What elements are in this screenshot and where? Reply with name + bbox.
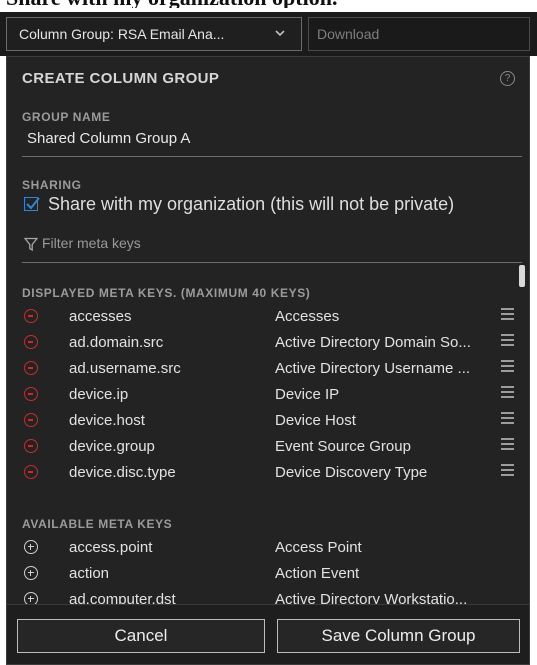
displayed-key-row: device.host Device Host [7,407,529,433]
download-placeholder: Download [317,26,380,42]
minus-circle-icon[interactable] [24,335,38,349]
available-key-row: action Action Event [7,560,529,586]
filter-meta-keys-input[interactable]: Filter meta keys [42,235,141,251]
drag-handle-icon[interactable] [501,438,514,450]
meta-key-name: access.point [69,539,153,556]
meta-key-display-name: Device IP [275,386,340,403]
displayed-key-row: device.disc.type Device Discovery Type [7,459,529,485]
create-column-group-panel: CREATE COLUMN GROUP ? GROUP NAME Shared … [6,56,530,665]
group-name-input[interactable]: Shared Column Group A [27,130,190,147]
drag-handle-icon[interactable] [501,412,514,424]
meta-key-name: device.ip [69,386,129,403]
list-scrollbar[interactable] [519,265,525,287]
page-caption: Share with my organization option. [0,0,537,8]
meta-key-name: accesses [69,308,132,325]
filter-underline [22,262,522,263]
displayed-key-row: accesses Accesses [7,303,529,329]
available-key-row: access.point Access Point [7,534,529,560]
meta-key-name: ad.domain.src [69,334,164,351]
drag-handle-icon[interactable] [501,464,514,476]
displayed-key-row: device.group Event Source Group [7,433,529,459]
meta-key-display-name: Event Source Group [275,438,411,455]
minus-circle-icon[interactable] [24,439,38,453]
panel-title: CREATE COLUMN GROUP [22,70,220,87]
save-column-group-button[interactable]: Save Column Group [277,619,520,653]
meta-key-display-name: Device Discovery Type [275,464,428,481]
minus-circle-icon[interactable] [24,309,38,323]
drag-handle-icon[interactable] [501,334,514,346]
minus-circle-icon[interactable] [24,465,38,479]
panel-footer: Cancel Save Column Group [7,604,529,664]
cancel-button[interactable]: Cancel [17,619,265,653]
drag-handle-icon[interactable] [501,360,514,372]
help-icon[interactable]: ? [500,71,515,86]
displayed-key-row: ad.domain.src Active Directory Domain So… [7,329,529,355]
meta-key-display-name: Access Point [275,539,362,556]
meta-key-name: action [69,565,110,582]
displayed-key-row: ad.username.src Active Directory Usernam… [7,355,529,381]
displayed-meta-keys-label: DISPLAYED META KEYS. (MAXIMUM 40 KEYS) [22,286,311,300]
drag-handle-icon[interactable] [501,386,514,398]
minus-circle-icon[interactable] [24,387,38,401]
plus-circle-icon[interactable] [24,540,38,554]
sharing-label: SHARING [22,178,82,192]
column-group-value: Column Group: RSA Email Ana... [19,26,225,42]
meta-key-name: ad.username.src [69,360,181,377]
meta-key-name: device.host [69,412,145,429]
minus-circle-icon[interactable] [24,413,38,427]
chevron-down-icon [275,30,285,37]
column-group-select[interactable]: Column Group: RSA Email Ana... [6,17,302,51]
meta-key-display-name: Action Event [275,565,360,582]
download-input[interactable]: Download [308,17,530,51]
meta-key-name: device.disc.type [69,464,176,481]
meta-key-display-name: Device Host [275,412,356,429]
plus-circle-icon[interactable] [24,566,38,580]
minus-circle-icon[interactable] [24,361,38,375]
filter-icon [24,237,38,251]
checkbox-checked-icon [26,197,40,210]
group-name-underline [22,156,522,157]
drag-handle-icon[interactable] [501,308,514,320]
meta-key-name: device.group [69,438,155,455]
caption-text: Share with my organization option. [6,0,337,8]
group-name-label: GROUP NAME [22,110,111,124]
meta-key-display-name: Accesses [275,308,340,325]
toolbar: Column Group: RSA Email Ana... Download [0,12,537,56]
meta-key-display-name: Active Directory Domain So... [275,334,471,351]
available-meta-keys-label: AVAILABLE META KEYS [22,517,173,531]
displayed-key-row: device.ip Device IP [7,381,529,407]
meta-key-display-name: Active Directory Username ... [275,360,471,377]
share-checkbox[interactable] [24,197,40,211]
share-with-organization-label[interactable]: Share with my organization (this will no… [48,194,454,215]
